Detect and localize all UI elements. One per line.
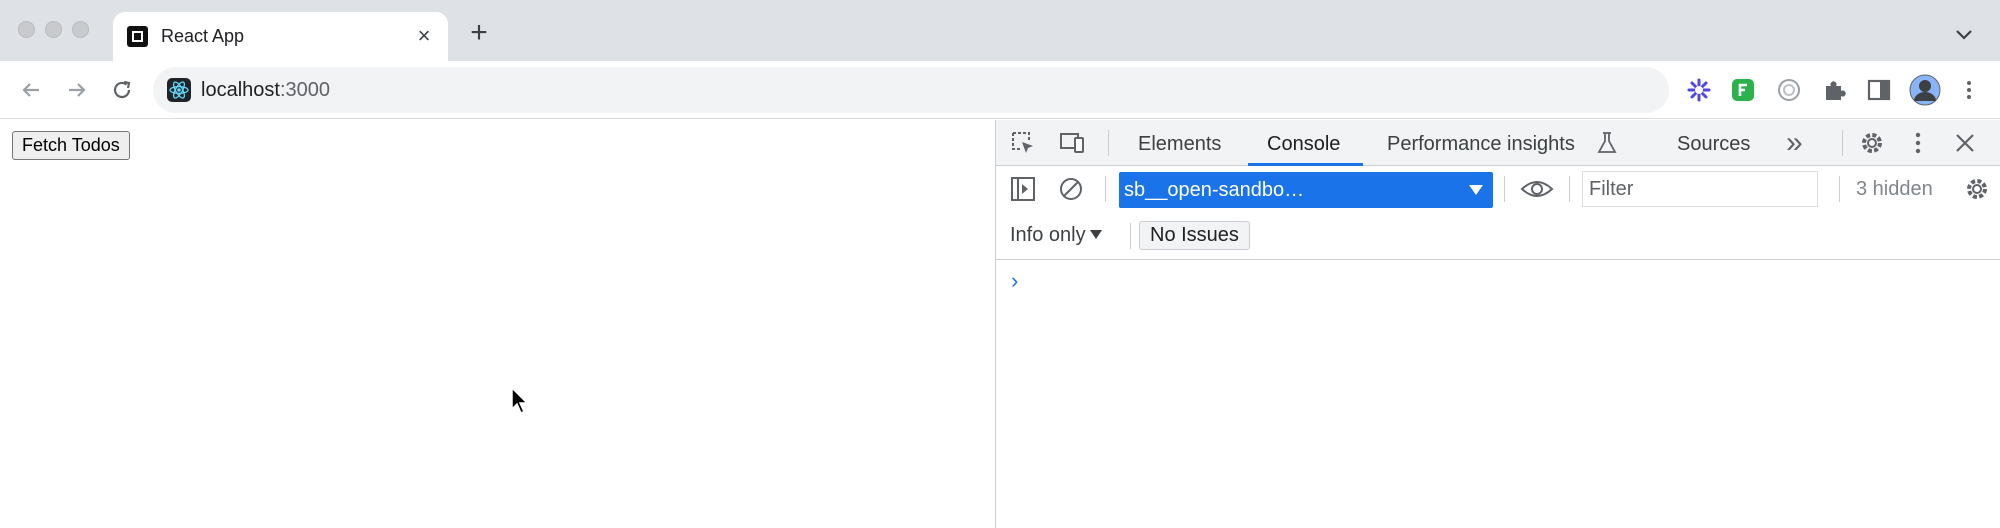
fetch-todos-button[interactable]: Fetch Todos bbox=[12, 131, 130, 160]
asterisk-extension-icon[interactable] bbox=[1686, 77, 1712, 103]
maximize-window-button[interactable] bbox=[72, 21, 89, 38]
caret-down-icon bbox=[1469, 185, 1483, 195]
separator bbox=[1105, 176, 1106, 202]
profile-avatar[interactable] bbox=[1909, 74, 1941, 106]
device-toolbar-icon[interactable] bbox=[1058, 129, 1086, 157]
tab-performance-insights[interactable]: Performance insights bbox=[1387, 133, 1575, 156]
back-arrow-icon[interactable] bbox=[16, 75, 46, 105]
url-host: localhost bbox=[201, 79, 280, 101]
reload-icon[interactable] bbox=[107, 75, 137, 105]
console-prompt-chevron-icon[interactable]: › bbox=[1011, 268, 1018, 294]
puzzle-icon[interactable] bbox=[1822, 77, 1848, 103]
minimize-window-button[interactable] bbox=[45, 21, 62, 38]
clear-console-icon[interactable] bbox=[1057, 175, 1085, 203]
close-window-button[interactable] bbox=[18, 21, 35, 38]
javascript-context-select[interactable]: sb__open-sandbo… bbox=[1119, 172, 1493, 208]
mouse-pointer-icon bbox=[511, 387, 529, 415]
close-devtools-icon[interactable] bbox=[1951, 129, 1979, 157]
live-expression-eye-icon[interactable] bbox=[1520, 175, 1554, 203]
tab-strip: React App × + bbox=[0, 0, 2000, 61]
console-filter-input[interactable] bbox=[1582, 171, 1818, 207]
hidden-messages-count: 3 hidden bbox=[1856, 178, 1933, 200]
log-levels-dropdown[interactable]: Info only bbox=[1010, 224, 1102, 247]
react-logo-icon bbox=[167, 78, 191, 102]
devtools-panel: Elements Console Performance insights So… bbox=[995, 120, 2000, 528]
tab-search-chevron-down-icon[interactable] bbox=[1952, 22, 1976, 46]
circle-extension-icon[interactable] bbox=[1776, 77, 1802, 103]
address-bar[interactable]: localhost:3000 bbox=[153, 67, 1669, 113]
context-select-value: sb__open-sandbo… bbox=[1124, 179, 1305, 201]
settings-gear-icon[interactable] bbox=[1858, 129, 1886, 157]
customize-kebab-icon[interactable] bbox=[1904, 129, 1932, 157]
url-text: localhost:3000 bbox=[201, 79, 330, 102]
browser-menu-kebab-icon[interactable] bbox=[1956, 77, 1982, 103]
tab-console[interactable]: Console bbox=[1267, 133, 1340, 156]
side-panel-icon[interactable] bbox=[1866, 77, 1892, 103]
log-levels-label: Info only bbox=[1010, 224, 1086, 246]
tab-title: React App bbox=[161, 26, 245, 46]
separator bbox=[1839, 176, 1840, 202]
react-app-favicon-icon bbox=[127, 26, 148, 47]
url-port: :3000 bbox=[279, 79, 330, 101]
page-viewport: Fetch Todos bbox=[0, 120, 995, 528]
issues-button[interactable]: No Issues bbox=[1139, 221, 1250, 250]
caret-down-icon bbox=[1089, 230, 1102, 239]
tab-elements[interactable]: Elements bbox=[1138, 133, 1221, 156]
separator bbox=[1569, 176, 1570, 202]
show-sidebar-icon[interactable] bbox=[1009, 175, 1037, 203]
tab-sources[interactable]: Sources bbox=[1677, 133, 1750, 156]
tab-close-icon[interactable]: × bbox=[410, 22, 438, 50]
separator bbox=[1130, 223, 1131, 249]
separator bbox=[1504, 176, 1505, 202]
feedly-extension-icon[interactable] bbox=[1730, 77, 1756, 103]
browser-toolbar: localhost:3000 bbox=[0, 61, 2000, 119]
inspect-element-icon[interactable] bbox=[1009, 129, 1037, 157]
new-tab-button[interactable]: + bbox=[463, 18, 495, 50]
forward-arrow-icon[interactable] bbox=[62, 75, 92, 105]
browser-tab[interactable]: React App × bbox=[113, 12, 448, 61]
flask-experimental-icon bbox=[1597, 132, 1617, 153]
separator bbox=[1108, 130, 1109, 156]
devtools-tab-bar: Elements Console Performance insights So… bbox=[996, 120, 2000, 166]
console-settings-gear-icon[interactable] bbox=[1963, 175, 1991, 203]
separator bbox=[1842, 130, 1843, 156]
more-tabs-button[interactable]: » bbox=[1786, 126, 1803, 160]
